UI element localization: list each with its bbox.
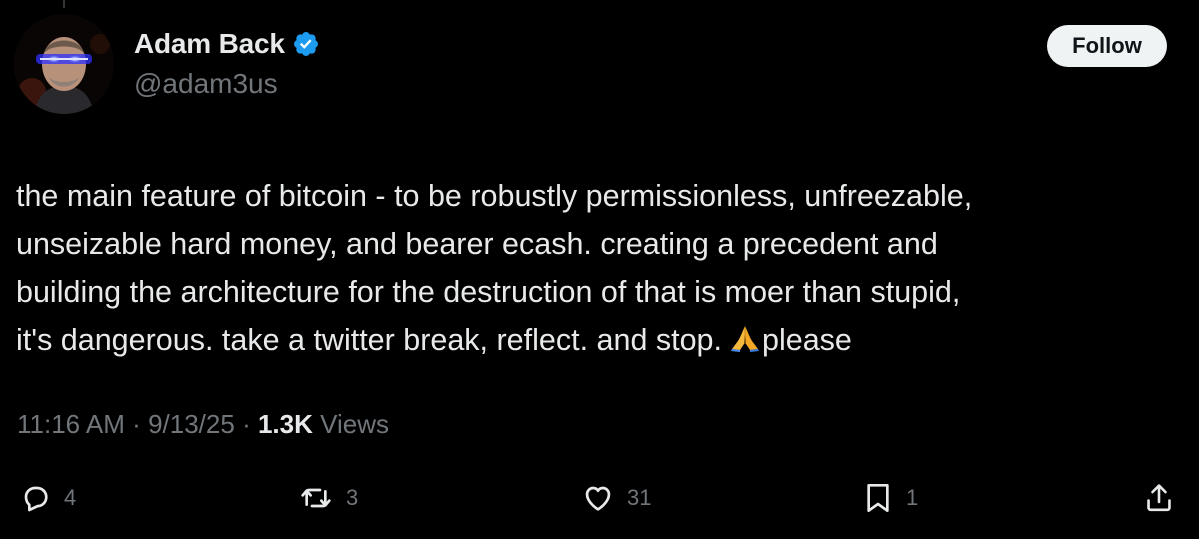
reply-icon xyxy=(20,482,52,514)
views-label: Views xyxy=(320,409,390,439)
reply-count: 4 xyxy=(64,485,77,510)
thread-connector-line xyxy=(63,0,65,8)
folded-hands-icon xyxy=(731,326,759,352)
tweet-time[interactable]: 11:16 AM xyxy=(17,409,125,439)
tweet-text-line: building the architecture for the destru… xyxy=(16,275,961,309)
tweet-actions-bar: 4 3 31 1 xyxy=(0,476,1199,520)
heart-icon xyxy=(581,482,615,514)
like-count: 31 xyxy=(627,485,652,510)
reply-button[interactable]: 4 xyxy=(20,476,76,520)
author-display-name[interactable]: Adam Back xyxy=(134,28,285,60)
share-icon xyxy=(1143,481,1175,515)
follow-button[interactable]: Follow xyxy=(1047,25,1167,67)
repost-icon xyxy=(298,482,334,514)
repost-count: 3 xyxy=(346,485,359,510)
tweet-text-line: unseizable hard money, and bearer ecash.… xyxy=(16,227,938,261)
bookmark-icon xyxy=(862,480,894,516)
verified-badge-icon[interactable] xyxy=(292,30,320,58)
tweet-text-line: the main feature of bitcoin - to be robu… xyxy=(16,179,973,213)
tweet-text: the main feature of bitcoin - to be robu… xyxy=(16,172,1186,364)
meta-separator: · xyxy=(242,409,251,439)
tweet-text-segment: it's dangerous. take a twitter break, re… xyxy=(16,323,722,357)
like-button[interactable]: 31 xyxy=(581,476,651,520)
avatar[interactable] xyxy=(14,14,114,114)
bookmark-count: 1 xyxy=(906,485,919,510)
author-handle[interactable]: @adam3us xyxy=(134,68,278,100)
tweet-text-after-emoji: please xyxy=(762,323,852,357)
avatar-image xyxy=(14,14,114,114)
meta-separator: · xyxy=(132,409,141,439)
repost-button[interactable]: 3 xyxy=(298,476,358,520)
views-count[interactable]: 1.3K xyxy=(258,409,313,439)
author-name-row: Adam Back xyxy=(134,26,320,62)
tweet-text-line-last: it's dangerous. take a twitter break, re… xyxy=(16,316,1186,364)
tweet-metadata: 11:16 AM · 9/13/25 · 1.3K Views xyxy=(17,409,389,440)
bookmark-button[interactable]: 1 xyxy=(862,476,918,520)
share-button[interactable] xyxy=(1143,476,1175,520)
tweet-date[interactable]: 9/13/25 xyxy=(148,409,235,439)
